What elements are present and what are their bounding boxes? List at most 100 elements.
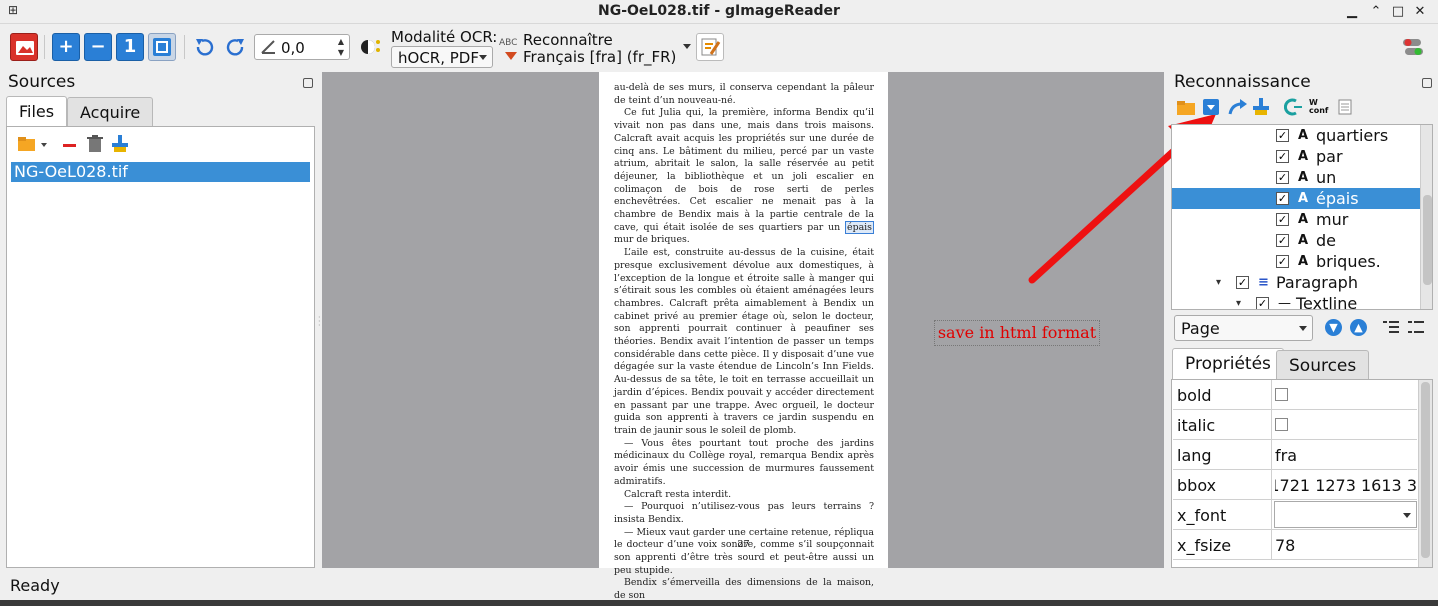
best-fit-button[interactable]: [148, 33, 176, 61]
property-value[interactable]: 3 1613 1273 1721: [1275, 476, 1417, 495]
highlighted-word[interactable]: épais: [845, 220, 874, 234]
shade-icon[interactable]: ⌃: [1366, 2, 1386, 22]
hocr-tree[interactable]: ✓ Aquartiers ✓ Apar ✓ Aun ✓ Aépais ✓ Amur ✓ Ade ✓ Abr…: [1171, 124, 1433, 310]
rotate-right-button[interactable]: [222, 33, 250, 61]
recognize-button[interactable]: ABC Reconnaître Français [fra] (fr_FR): [497, 30, 697, 66]
collapse-all-button[interactable]: [1407, 319, 1425, 339]
image-controls-button[interactable]: [356, 33, 384, 61]
zoom-out-button[interactable]: −: [84, 33, 112, 61]
add-folder-button[interactable]: [17, 135, 49, 157]
tree-item-textline[interactable]: ▾ ✓ — Textline: [1172, 293, 1420, 310]
clear-button[interactable]: [111, 135, 129, 157]
rotate-left-icon: [196, 39, 214, 56]
italic-checkbox[interactable]: [1275, 418, 1288, 431]
tree-item-label: Textline: [1296, 294, 1358, 310]
word-confidence-icon[interactable]: Wconf: [1309, 99, 1328, 115]
clear-output-button[interactable]: [1252, 98, 1270, 120]
annotation-text: save in html format: [934, 320, 1100, 346]
scrollbar-thumb[interactable]: [1421, 382, 1430, 558]
tab-acquire[interactable]: Acquire: [67, 97, 154, 127]
zoom-in-button[interactable]: +: [52, 33, 80, 61]
property-row-bbox: bbox 3 1613 1273 1721: [1173, 470, 1417, 500]
minimize-icon[interactable]: ▁: [1342, 2, 1362, 22]
ocr-mode-select[interactable]: hOCR, PDF: [391, 46, 493, 68]
export-button[interactable]: [1228, 98, 1248, 120]
item-checkbox[interactable]: ✓: [1276, 192, 1289, 205]
open-hocr-button[interactable]: [1176, 98, 1196, 120]
language-dropdown-icon[interactable]: [683, 44, 691, 49]
toggle-icon: [1403, 39, 1423, 55]
expander-icon[interactable]: ▾: [1236, 293, 1241, 309]
recognize-label: Reconnaître: [523, 31, 613, 49]
tree-item-label: de: [1316, 231, 1336, 250]
original-size-button[interactable]: 1: [116, 33, 144, 61]
property-value[interactable]: fra: [1275, 446, 1417, 465]
tree-item-word[interactable]: ✓ Aépais: [1172, 188, 1420, 209]
item-checkbox[interactable]: ✓: [1276, 234, 1289, 247]
property-value[interactable]: 78: [1275, 536, 1417, 555]
trash-icon: [87, 135, 103, 152]
remove-icon[interactable]: [63, 144, 76, 147]
property-key: bbox: [1177, 476, 1217, 495]
property-row-x_font: x_font: [1173, 500, 1417, 530]
save-icon: [1203, 99, 1219, 115]
spin-up-icon[interactable]: ▲: [335, 36, 347, 47]
tab-properties[interactable]: Propriétés: [1172, 348, 1284, 380]
scrollbar-thumb[interactable]: [1423, 195, 1432, 285]
arrow-up-icon[interactable]: ▲: [1350, 319, 1367, 336]
property-row-x_fsize: x_fsize 78: [1173, 530, 1417, 560]
add-image-button[interactable]: [10, 33, 38, 61]
file-item[interactable]: NG-OeL028.tif: [11, 162, 310, 182]
word-icon: A: [1298, 254, 1309, 269]
close-icon[interactable]: ✕: [1410, 2, 1430, 22]
bold-checkbox[interactable]: [1275, 388, 1288, 401]
arrow-down-icon[interactable]: ▼: [1325, 319, 1342, 336]
maximize-icon[interactable]: □: [1388, 2, 1408, 22]
preview-button[interactable]: [1338, 99, 1352, 119]
page-paragraph: — Pourquoi n’utilisez-vous pas leurs ter…: [614, 501, 874, 525]
tree-item-word[interactable]: ✓ Amur: [1172, 209, 1420, 230]
item-checkbox[interactable]: ✓: [1276, 150, 1289, 163]
item-checkbox[interactable]: ✓: [1276, 171, 1289, 184]
item-checkbox[interactable]: ✓: [1276, 213, 1289, 226]
save-hocr-button[interactable]: [1202, 98, 1220, 120]
spin-down-icon[interactable]: ▼: [335, 47, 347, 58]
font-select[interactable]: [1274, 501, 1417, 528]
rotation-value: 0,0: [281, 39, 305, 57]
tree-item-word[interactable]: ✓ Abriques.: [1172, 251, 1420, 272]
brightness-contrast-icon: [361, 40, 380, 54]
tree-item-word[interactable]: ✓ Aun: [1172, 167, 1420, 188]
delete-button[interactable]: [87, 135, 103, 157]
tab-sources[interactable]: Sources: [1276, 350, 1370, 380]
tab-files[interactable]: Files: [6, 96, 68, 128]
tree-item-label: briques.: [1316, 252, 1381, 271]
item-checkbox[interactable]: ✓: [1276, 129, 1289, 142]
tree-item-paragraph[interactable]: ▾ ✓ ≡ Paragraph: [1172, 272, 1420, 293]
expand-icon: [1383, 321, 1399, 333]
tree-item-word[interactable]: ✓ Aquartiers: [1172, 125, 1420, 146]
expander-icon[interactable]: ▾: [1216, 272, 1221, 293]
post-process-button[interactable]: [696, 33, 724, 61]
tree-scrollbar[interactable]: [1420, 125, 1432, 309]
tree-item-word[interactable]: ✓ Apar: [1172, 146, 1420, 167]
page-paragraph: — Vous êtes pourtant tout proche des jar…: [614, 437, 874, 487]
undock-icon[interactable]: [1422, 78, 1432, 88]
undock-icon[interactable]: [303, 78, 313, 88]
property-key: bold: [1177, 386, 1212, 405]
word-icon: A: [1298, 212, 1309, 227]
item-checkbox[interactable]: ✓: [1276, 255, 1289, 268]
property-key: x_font: [1177, 506, 1227, 525]
item-checkbox[interactable]: ✓: [1236, 276, 1249, 289]
rotation-spinbox[interactable]: 0,0 ▲ ▼: [254, 34, 350, 60]
splitter-handle[interactable]: · · ·: [318, 314, 321, 330]
tree-item-word[interactable]: ✓ Ade: [1172, 230, 1420, 251]
expand-all-button[interactable]: [1382, 319, 1400, 339]
rotate-left-button[interactable]: [190, 33, 218, 61]
nav-target-select[interactable]: Page: [1174, 315, 1313, 341]
page-number: 27: [737, 539, 750, 550]
settings-toggle-button[interactable]: [1400, 33, 1428, 61]
find-replace-button[interactable]: [1283, 98, 1304, 120]
item-checkbox[interactable]: ✓: [1256, 297, 1269, 309]
word-icon: A: [1298, 170, 1309, 185]
properties-scrollbar[interactable]: [1418, 380, 1432, 567]
